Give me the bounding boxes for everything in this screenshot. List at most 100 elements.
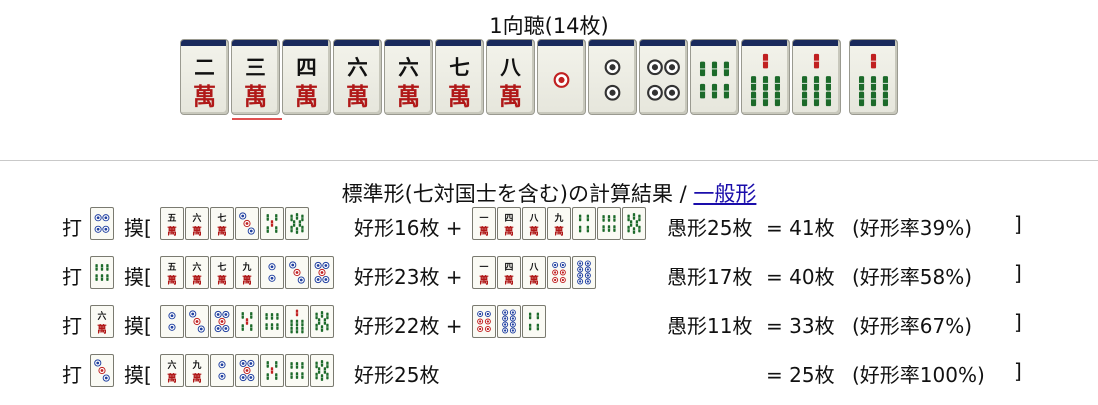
svg-text:萬: 萬	[192, 275, 202, 287]
sou-tile	[90, 256, 114, 289]
good-shape-count: 好形23枚 +	[354, 265, 463, 289]
man-tile[interactable]: 四萬	[282, 39, 331, 115]
tile-face-icon	[528, 312, 540, 331]
svg-text:八: 八	[529, 213, 539, 224]
man-tile[interactable]: 七萬	[435, 39, 484, 115]
svg-text:萬: 萬	[529, 226, 539, 238]
pin-tile	[260, 256, 284, 289]
draw-label: 摸[	[124, 314, 152, 338]
tile-face-icon	[289, 261, 305, 284]
svg-text:六: 六	[398, 55, 418, 79]
tile-face-icon	[477, 310, 491, 333]
sou-tile	[597, 207, 621, 240]
tile-face-icon	[266, 214, 278, 233]
good-shape-count: 好形22枚 +	[354, 314, 463, 338]
pin-tile[interactable]	[639, 39, 688, 115]
tile-face-icon: 九萬	[554, 212, 565, 238]
man-tile[interactable]: 八萬	[486, 39, 535, 115]
discard-label: 打	[62, 363, 82, 387]
tile-face-icon	[266, 361, 278, 380]
tile-face-icon	[553, 72, 570, 88]
svg-text:萬: 萬	[504, 275, 514, 287]
tile-face-icon: 六萬	[397, 55, 420, 110]
good-shape-count: 好形25枚	[354, 363, 440, 387]
draw-label: 摸[	[124, 216, 152, 240]
tile-face-icon: 八萬	[529, 213, 540, 238]
sou-tile[interactable]	[849, 39, 898, 115]
pin-tile	[210, 354, 234, 387]
tile-face-icon	[315, 360, 329, 381]
svg-text:萬: 萬	[479, 226, 489, 238]
total-count: = 40枚	[766, 265, 835, 289]
pin-tile	[497, 305, 521, 338]
sou-tile[interactable]	[792, 39, 841, 115]
tile-face-icon: 四萬	[295, 55, 318, 110]
svg-text:七: 七	[449, 55, 469, 79]
man-tile: 一萬	[472, 207, 496, 240]
pin-tile	[210, 305, 234, 338]
svg-text:萬: 萬	[397, 83, 420, 110]
tile-face-icon: 三萬	[244, 55, 267, 110]
tile-face-icon: 四萬	[504, 213, 514, 238]
man-tile: 八萬	[522, 256, 546, 289]
tile-face-icon: 七萬	[217, 212, 227, 238]
tile-face-icon: 八萬	[529, 262, 540, 287]
pin-tile	[160, 305, 184, 338]
bracket-close: ]	[1014, 359, 1022, 383]
pin-tile	[235, 354, 259, 387]
tile-face-icon	[647, 59, 680, 101]
tile-face-icon	[858, 53, 889, 107]
man-tile[interactable]: 二萬	[180, 39, 229, 115]
sou-tile[interactable]	[690, 39, 739, 115]
result-title-text: 標準形(七対国士を含む)の計算結果 /	[341, 182, 694, 206]
tile-face-icon: 六萬	[192, 212, 202, 238]
tile-face-icon	[290, 362, 304, 379]
tile-face-icon: 七萬	[217, 261, 227, 287]
total-count: = 33枚	[766, 314, 835, 338]
sou-tile	[310, 354, 334, 387]
man-tile: 一萬	[472, 256, 496, 289]
tile-face-icon	[189, 310, 205, 333]
svg-text:九: 九	[192, 359, 202, 371]
svg-text:六: 六	[193, 212, 202, 224]
man-tile[interactable]: 六萬	[384, 39, 433, 115]
total-count: = 41枚	[766, 216, 835, 240]
man-tile: 九萬	[547, 207, 571, 240]
sou-tile	[622, 207, 646, 240]
man-tile: 四萬	[497, 207, 521, 240]
svg-text:萬: 萬	[97, 324, 107, 336]
man-tile[interactable]: 三萬	[231, 39, 280, 115]
svg-text:一: 一	[480, 263, 489, 273]
man-tile: 六萬	[185, 256, 209, 289]
tile-face-icon	[699, 61, 730, 99]
man-tile: 八萬	[522, 207, 546, 240]
discard-label: 打	[62, 314, 82, 338]
pin-tile	[90, 207, 114, 240]
general-form-link[interactable]: 一般形	[693, 182, 756, 206]
bracket-close: ]	[1014, 212, 1022, 236]
svg-text:五: 五	[168, 213, 177, 224]
sou-tile	[572, 207, 596, 240]
man-tile: 七萬	[210, 256, 234, 289]
svg-text:九: 九	[554, 212, 564, 224]
man-tile[interactable]: 六萬	[333, 39, 382, 115]
draw-label: 摸[	[124, 363, 152, 387]
tile-face-icon	[168, 312, 176, 331]
tile-face-icon: 八萬	[499, 55, 522, 110]
tile-face-icon: 五萬	[167, 262, 177, 287]
sou-tile[interactable]	[741, 39, 790, 115]
man-tile: 五萬	[160, 256, 184, 289]
sou-tile	[285, 207, 309, 240]
man-tile: 六萬	[185, 207, 209, 240]
svg-text:三: 三	[245, 55, 265, 79]
tile-face-icon	[239, 359, 255, 382]
draw-label: 摸[	[124, 265, 152, 289]
svg-text:九: 九	[242, 261, 252, 273]
svg-text:萬: 萬	[529, 275, 539, 287]
svg-text:七: 七	[218, 212, 227, 224]
pin-tile[interactable]	[537, 39, 586, 115]
pin-tile[interactable]	[588, 39, 637, 115]
man-tile: 六萬	[90, 305, 114, 338]
tile-face-icon	[218, 361, 226, 380]
pin-tile	[185, 305, 209, 338]
